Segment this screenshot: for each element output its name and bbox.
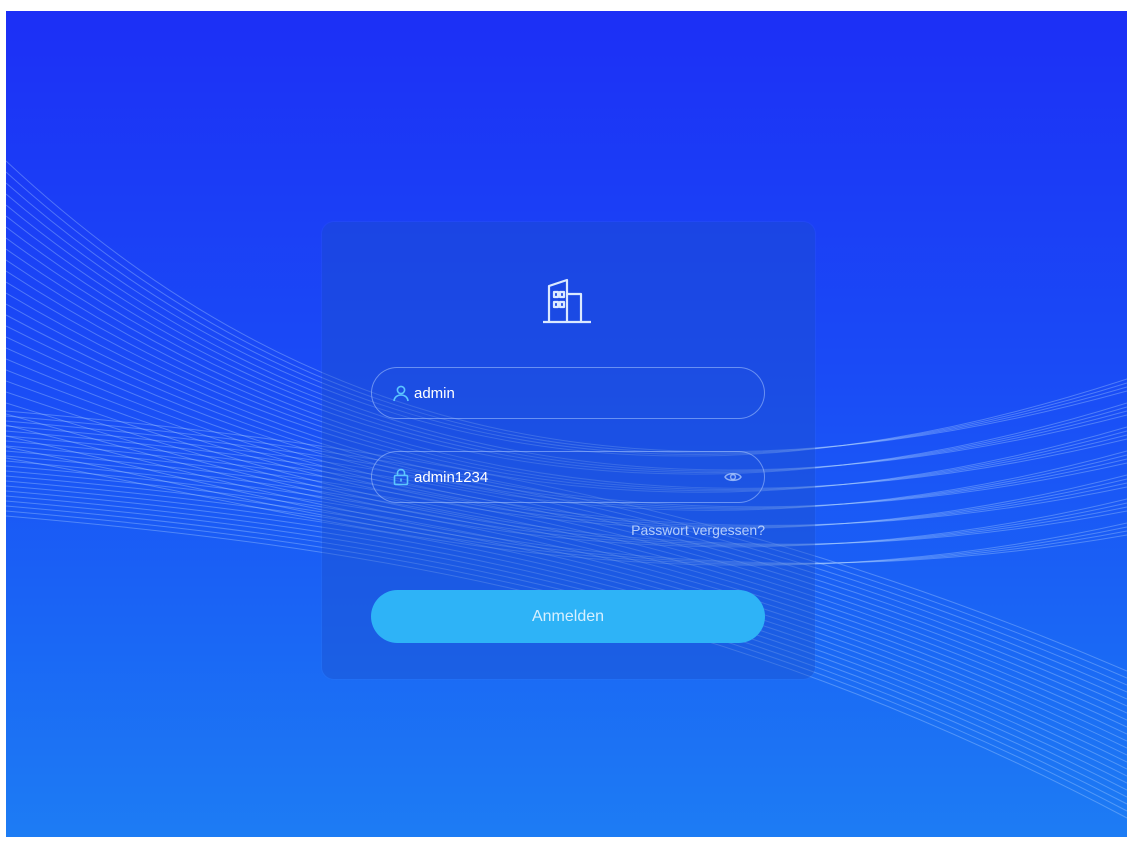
- login-screen: Passwort vergessen? Anmelden: [6, 11, 1127, 837]
- building-icon: [543, 278, 591, 324]
- password-input[interactable]: [414, 452, 704, 502]
- lock-icon: [393, 468, 409, 486]
- user-icon: [393, 385, 409, 402]
- password-field: [371, 451, 765, 503]
- login-button[interactable]: Anmelden: [371, 590, 765, 643]
- username-field: [371, 367, 765, 419]
- username-input[interactable]: [414, 368, 704, 418]
- forgot-password-link[interactable]: Passwort vergessen?: [631, 522, 765, 538]
- login-card: Passwort vergessen? Anmelden: [322, 222, 815, 679]
- eye-icon[interactable]: [724, 469, 742, 485]
